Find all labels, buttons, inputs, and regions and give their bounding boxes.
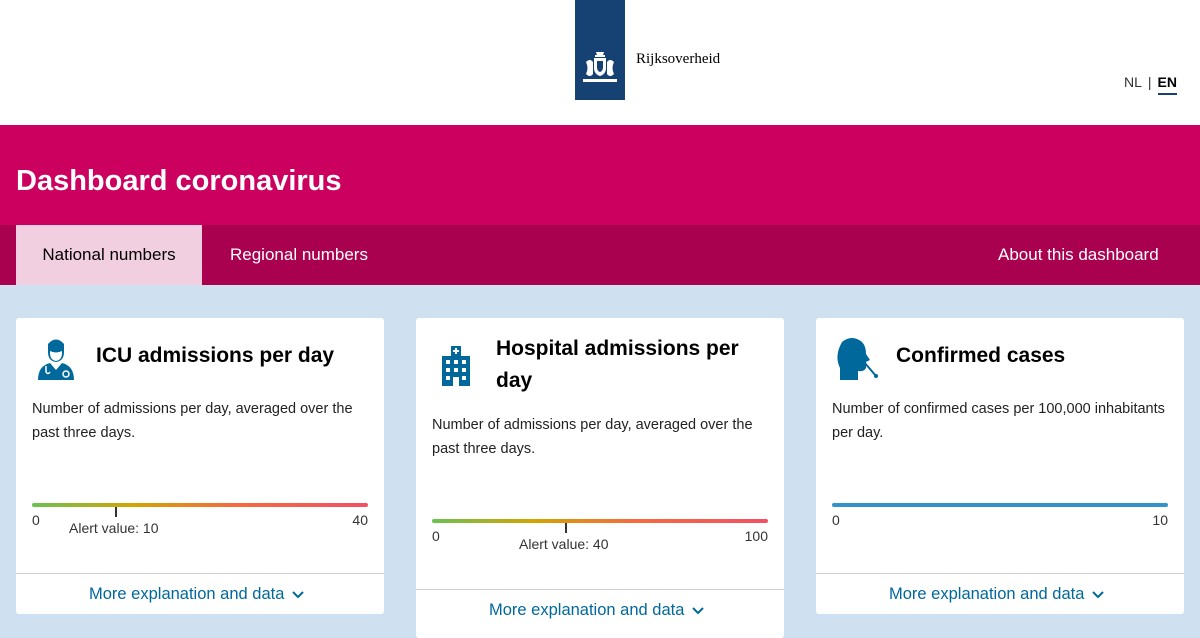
scale-max-label: 100 — [744, 528, 768, 544]
page-title: Dashboard coronavirus — [16, 165, 342, 197]
tab-national-numbers[interactable]: National numbers — [16, 225, 202, 285]
chevron-down-icon — [292, 590, 305, 599]
scale-max-label: 40 — [352, 512, 368, 528]
icu-admissions-card: ICU admissions per day Number of admissi… — [16, 318, 384, 614]
more-explanation-label: More explanation and data — [89, 585, 285, 603]
alert-value-marker — [565, 523, 567, 533]
language-nl-link[interactable]: NL — [1124, 74, 1142, 90]
swab-test-icon — [837, 338, 878, 380]
main-navigation: National numbers Regional numbers About … — [0, 225, 1200, 285]
chevron-down-icon — [1092, 590, 1105, 599]
more-explanation-link[interactable]: More explanation and data — [89, 585, 305, 604]
scale-min-label: 0 — [32, 512, 40, 528]
alert-value-marker — [115, 507, 117, 517]
more-explanation-link[interactable]: More explanation and data — [489, 601, 705, 620]
hospital-icon — [442, 346, 470, 386]
card-footer: More explanation and data — [416, 589, 784, 630]
rijksoverheid-logo[interactable] — [575, 0, 625, 100]
scale-min-label: 0 — [432, 528, 440, 544]
card-description: Number of confirmed cases per 100,000 in… — [832, 401, 1165, 441]
alert-scale-bar — [32, 503, 368, 507]
doctor-icon — [38, 339, 74, 380]
card-description: Number of admissions per day, averaged o… — [32, 401, 353, 441]
logo-wordmark: Rijksoverheid — [636, 51, 721, 67]
more-explanation-link[interactable]: More explanation and data — [889, 585, 1105, 604]
alert-value-label: Alert value: 40 — [519, 536, 609, 552]
scale-bar — [832, 503, 1168, 507]
more-explanation-label: More explanation and data — [489, 601, 685, 619]
chevron-down-icon — [692, 606, 705, 615]
site-header: Rijksoverheid NL | EN — [0, 0, 1200, 125]
tab-regional-numbers[interactable]: Regional numbers — [230, 225, 368, 285]
confirmed-cases-card: Confirmed cases Number of confirmed case… — [816, 318, 1184, 614]
card-title: Hospital admissions per day — [496, 337, 739, 392]
tab-about-dashboard[interactable]: About this dashboard — [998, 225, 1159, 285]
scale-max-label: 10 — [1152, 512, 1168, 528]
alert-scale-bar — [432, 519, 768, 523]
language-en-link[interactable]: EN — [1157, 74, 1177, 95]
card-title: ICU admissions per day — [96, 344, 335, 367]
alert-value-label: Alert value: 10 — [69, 520, 159, 536]
card-footer: More explanation and data — [16, 573, 384, 614]
card-footer: More explanation and data — [816, 573, 1184, 614]
scale-min-label: 0 — [832, 512, 840, 528]
more-explanation-label: More explanation and data — [889, 585, 1085, 603]
card-description: Number of admissions per day, averaged o… — [432, 417, 753, 457]
language-separator: | — [1147, 74, 1152, 90]
language-switch: NL | EN — [1124, 74, 1177, 95]
card-title: Confirmed cases — [896, 344, 1066, 367]
title-banner: Dashboard coronavirus — [0, 125, 1200, 225]
coat-of-arms-icon — [583, 52, 617, 82]
hospital-admissions-card: Hospital admissions per day Number of ad… — [416, 318, 784, 638]
